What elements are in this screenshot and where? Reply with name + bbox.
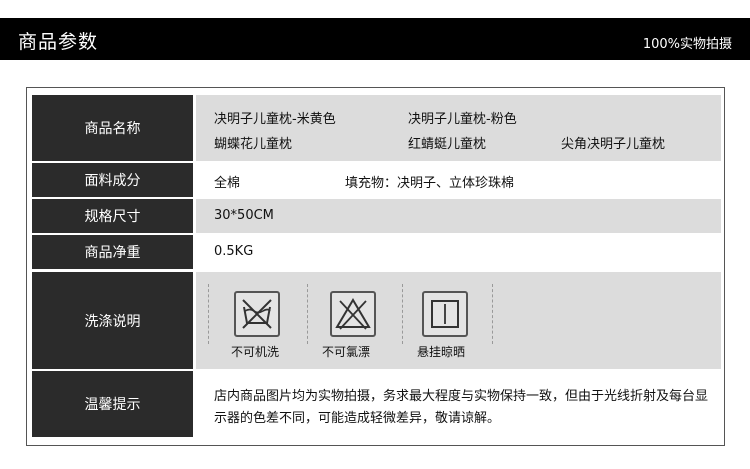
row-wash: 洗涤说明 不可机洗 不可氯漂 悬挂晾晒 [32, 272, 721, 369]
weight-value: 0.5KG [214, 244, 254, 259]
row-size: 规格尺寸 30*50CM [32, 199, 721, 233]
row-label: 面料成分 [32, 163, 193, 197]
divider [208, 284, 209, 344]
row-value: 不可机洗 不可氯漂 悬挂晾晒 [196, 272, 721, 369]
row-tip: 温馨提示 店内商品图片均为实物拍摄，务求最大程度与实物保持一致，但由于光线折射及… [32, 371, 721, 437]
row-value: 30*50CM [196, 199, 721, 233]
fabric-value: 全棉 [214, 176, 241, 191]
product-name-item: 决明子儿童枕-粉色 [408, 112, 517, 127]
divider [402, 284, 403, 344]
wash-label: 不可机洗 [231, 345, 280, 359]
no-bleach-icon [330, 291, 376, 337]
row-value: 0.5KG [196, 235, 721, 269]
section-title: 商品参数 [18, 31, 99, 53]
divider [307, 284, 308, 344]
row-label: 商品净重 [32, 235, 193, 269]
row-label: 商品名称 [32, 95, 193, 161]
row-weight: 商品净重 0.5KG [32, 235, 721, 269]
no-machine-wash-icon [234, 291, 280, 337]
row-fabric: 面料成分 全棉 填充物：决明子、立体珍珠棉 [32, 163, 721, 197]
product-name-item: 决明子儿童枕-米黄色 [214, 112, 336, 127]
row-label: 温馨提示 [32, 371, 193, 437]
wash-label: 悬挂晾晒 [417, 345, 466, 359]
row-label: 规格尺寸 [32, 199, 193, 233]
row-value: 决明子儿童枕-米黄色 决明子儿童枕-粉色 蝴蝶花儿童枕 红蜻蜓儿童枕 尖角决明子… [196, 95, 721, 161]
filling-value: 填充物：决明子、立体珍珠棉 [345, 176, 515, 191]
product-name-item: 尖角决明子儿童枕 [561, 137, 666, 152]
row-label: 洗涤说明 [32, 272, 193, 369]
product-name-item: 红蜻蜓儿童枕 [408, 137, 487, 152]
authenticity-note: 100%实物拍摄 [642, 37, 732, 52]
size-value: 30*50CM [214, 208, 274, 223]
notice-text: 店内商品图片均为实物拍摄，务求最大程度与实物保持一致，但由于光线折射及每台显示器… [214, 389, 709, 426]
divider [492, 284, 493, 344]
header-bar: 商品参数 100%实物拍摄 [0, 18, 750, 60]
product-name-item: 蝴蝶花儿童枕 [214, 137, 293, 152]
wash-label: 不可氯漂 [322, 345, 371, 359]
row-product-name: 商品名称 决明子儿童枕-米黄色 决明子儿童枕-粉色 蝴蝶花儿童枕 红蜻蜓儿童枕 … [32, 95, 721, 161]
row-value: 店内商品图片均为实物拍摄，务求最大程度与实物保持一致，但由于光线折射及每台显示器… [196, 371, 721, 437]
hang-dry-icon [422, 291, 468, 337]
row-value: 全棉 填充物：决明子、立体珍珠棉 [196, 163, 721, 197]
